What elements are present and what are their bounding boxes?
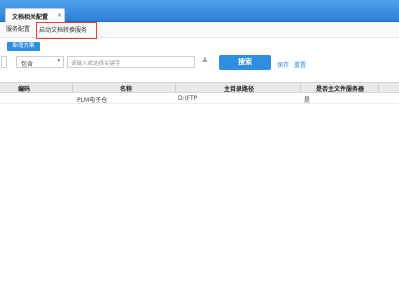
reset-link[interactable]: 重置	[294, 60, 306, 69]
column-divider[interactable]	[300, 83, 301, 93]
table-row[interactable]: PLM电子仓 D:\FTP 是	[0, 93, 399, 104]
column-header-name[interactable]: 名称	[120, 84, 132, 93]
save-link[interactable]: 保存	[277, 60, 289, 69]
table-header: 编码 名称 主目录路径 是否主文件服务器	[0, 82, 399, 93]
column-divider[interactable]	[175, 83, 176, 93]
subtab-start-conversion-service[interactable]: 启动文档转换服务	[36, 22, 97, 39]
expand-icon[interactable]: ≚	[202, 57, 208, 65]
column-divider[interactable]	[72, 83, 73, 93]
operator-select[interactable]: 包含 ▾	[16, 56, 64, 68]
chevron-down-icon: ▾	[57, 58, 60, 64]
subtab-bar: 服务配置 启动文档转换服务	[0, 22, 399, 39]
field-select[interactable]	[1, 56, 7, 68]
filter-row: 包含 ▾ 请输入或选择关键字 ≚ 搜索 保存 重置	[0, 54, 399, 70]
operator-value: 包含	[21, 61, 34, 68]
add-scheme-button[interactable]: 新增方案	[7, 42, 40, 51]
cell-name: PLM电子仓	[77, 97, 108, 104]
close-icon[interactable]: ×	[57, 12, 62, 19]
search-placeholder: 请输入或选择关键字	[71, 61, 121, 67]
column-header-root-path[interactable]: 主目录路径	[224, 84, 254, 93]
cell-is-main-server: 是	[304, 97, 311, 104]
column-header-code[interactable]: 编码	[18, 84, 30, 93]
column-divider[interactable]	[378, 83, 379, 93]
column-header-is-main-server[interactable]: 是否主文件服务器	[316, 84, 364, 93]
search-input[interactable]: 请输入或选择关键字	[67, 56, 195, 68]
tab-label: 文档相关配置	[12, 14, 49, 21]
search-button[interactable]: 搜索	[219, 55, 271, 70]
subtab-service-config[interactable]: 服务配置	[6, 22, 30, 38]
cell-root-path: D:\FTP	[178, 95, 198, 102]
top-bar: 文档相关配置 ×	[0, 0, 399, 22]
tab-document-config[interactable]: 文档相关配置 ×	[5, 8, 65, 22]
